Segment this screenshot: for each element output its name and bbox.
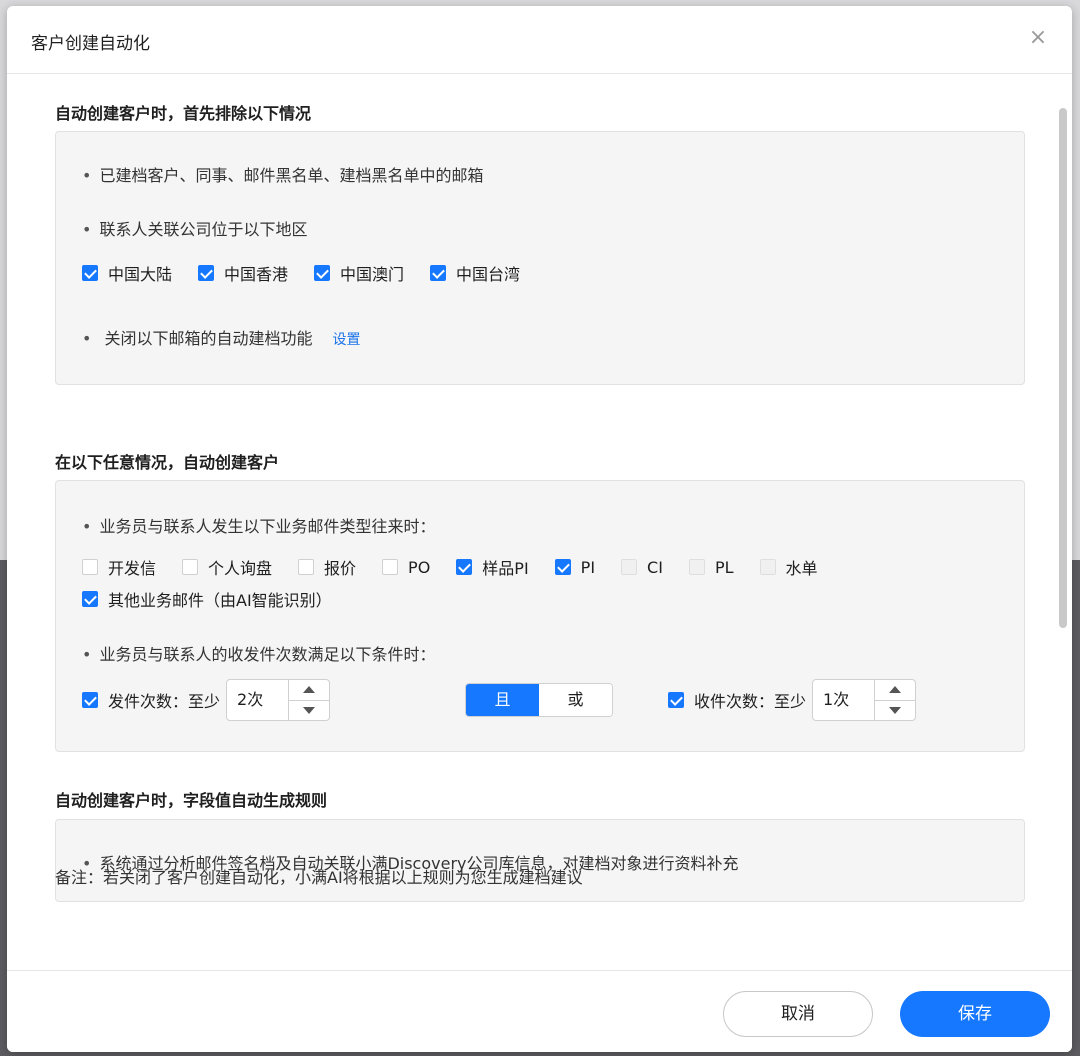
region-checkbox-hongkong[interactable]: 中国香港 [198, 261, 288, 285]
mail-type-label: 开发信 [108, 559, 157, 578]
logic-and-button[interactable]: 且 [466, 684, 539, 716]
decrement-button[interactable] [875, 699, 916, 721]
checkbox-checked-icon[interactable] [198, 265, 215, 281]
automation-dialog: 客户创建自动化 × 自动创建客户时，首先排除以下情况 已建档客户、同事、邮件黑名… [7, 6, 1072, 1052]
count-condition-row: 发件次数：至少 2次 且 或 收件次数：至少 1次 [82, 679, 1002, 721]
mail-type-label: PI [580, 557, 596, 577]
settings-link[interactable]: 设置 [333, 332, 361, 348]
mail-type-label: 水单 [785, 559, 818, 578]
mail-type-checkbox-receipt[interactable]: 水单 [759, 555, 818, 579]
checkbox-checked-icon[interactable] [82, 591, 98, 607]
dialog-footer: 取消 保存 [7, 970, 1072, 1052]
region-label: 中国澳门 [340, 265, 405, 284]
caret-up-icon [303, 686, 316, 694]
checkbox-disabled-icon[interactable] [688, 559, 705, 575]
dialog-header: 客户创建自动化 × [7, 6, 1072, 74]
mail-type-label: 其他业务邮件（由AI智能识别） [108, 591, 332, 610]
checkbox-checked-icon[interactable] [314, 265, 331, 281]
recv-count-arrows [874, 680, 916, 721]
mail-type-checkbox-inquiry[interactable]: 个人询盘 [182, 555, 272, 579]
recv-count-checkbox[interactable]: 收件次数：至少 [668, 688, 806, 712]
auto-create-section-title: 在以下任意情况，自动创建客户 [55, 453, 280, 472]
mail-type-checkbox-other[interactable]: 其他业务邮件（由AI智能识别） [82, 587, 332, 611]
caret-up-icon [889, 686, 902, 694]
mail-type-checkbox-pi[interactable]: PI [554, 557, 596, 577]
caret-down-icon [889, 706, 902, 714]
scrollbar[interactable] [1058, 108, 1068, 628]
checkbox-unchecked-icon[interactable] [298, 559, 315, 575]
region-checkbox-mainland[interactable]: 中国大陆 [82, 261, 172, 285]
close-icon[interactable]: × [1024, 24, 1052, 52]
other-mail-checkbox-row: 其他业务邮件（由AI智能识别） [82, 587, 358, 611]
send-count-checkbox[interactable]: 发件次数：至少 [82, 688, 220, 712]
mail-type-label: CI [647, 557, 663, 577]
mail-type-checkbox-po[interactable]: PO [382, 558, 430, 577]
checkbox-unchecked-icon[interactable] [382, 559, 399, 575]
exclusion-item-mailbox: 关闭以下邮箱的自动建档功能 设置 [82, 325, 361, 349]
send-count-value[interactable]: 2次 [227, 680, 288, 720]
decrement-button[interactable] [289, 699, 330, 721]
mail-type-label: 个人询盘 [208, 559, 273, 578]
checkbox-unchecked-icon[interactable] [82, 559, 98, 575]
checkbox-checked-icon[interactable] [668, 692, 684, 708]
mail-type-checkbox-dev[interactable]: 开发信 [82, 555, 156, 579]
exclusion-item-region: 联系人关联公司位于以下地区 [82, 216, 307, 240]
exclusion-section-title: 自动创建客户时，首先排除以下情况 [55, 104, 312, 123]
region-checkbox-taiwan[interactable]: 中国台湾 [430, 261, 520, 285]
field-rules-panel: 系统通过分析邮件签名档及自动关联小满Discovery公司库信息，对建档对象进行… [55, 819, 1025, 902]
save-button[interactable]: 保存 [900, 991, 1050, 1037]
recv-count-value[interactable]: 1次 [813, 680, 874, 720]
auto-create-item-count: 业务员与联系人的收发件次数满足以下条件时： [82, 641, 435, 665]
field-rules-section-title: 自动创建客户时，字段值自动生成规则 [55, 791, 328, 810]
region-checkbox-macau[interactable]: 中国澳门 [314, 261, 404, 285]
cancel-button[interactable]: 取消 [723, 991, 873, 1037]
recv-count-label: 收件次数：至少 [694, 692, 807, 711]
region-label: 中国台湾 [456, 265, 521, 284]
send-count-label: 发件次数：至少 [108, 692, 221, 711]
send-count-arrows [288, 680, 330, 721]
recv-count-group: 收件次数：至少 1次 [668, 679, 917, 721]
dialog-title: 客户创建自动化 [31, 34, 150, 54]
logic-toggle: 且 或 [465, 683, 613, 717]
mail-type-checkbox-ci[interactable]: CI [621, 558, 663, 577]
mail-type-checkbox-pl[interactable]: PL [688, 557, 734, 577]
scrollbar-thumb[interactable] [1059, 108, 1067, 628]
mail-type-label: 报价 [324, 559, 357, 578]
checkbox-disabled-icon[interactable] [759, 559, 776, 575]
exclusion-item-mailbox-text: 关闭以下邮箱的自动建档功能 [104, 329, 313, 348]
footnote: 备注：若关闭了客户创建自动化，小满AI将根据以上规则为您生成建档建议 [55, 868, 583, 887]
checkbox-checked-icon[interactable] [430, 265, 447, 281]
mail-type-label: PO [408, 557, 431, 577]
mail-type-checkbox-row: 开发信 个人询盘 报价 PO 样品PI PI CI PL 水单 [82, 555, 844, 579]
checkbox-checked-icon[interactable] [554, 559, 571, 575]
region-label: 中国香港 [224, 265, 289, 284]
increment-button[interactable] [875, 680, 915, 700]
mail-type-checkbox-quote[interactable]: 报价 [298, 555, 356, 579]
auto-create-panel: 业务员与联系人发生以下业务邮件类型往来时： 开发信 个人询盘 报价 PO 样品P… [55, 480, 1025, 752]
exclusion-panel: 已建档客户、同事、邮件黑名单、建档黑名单中的邮箱 联系人关联公司位于以下地区 中… [55, 131, 1025, 385]
region-checkbox-row: 中国大陆 中国香港 中国澳门 中国台湾 [82, 261, 546, 285]
auto-create-item-mail-types: 业务员与联系人发生以下业务邮件类型往来时： [82, 513, 435, 537]
send-count-stepper[interactable]: 2次 [226, 679, 331, 721]
checkbox-checked-icon[interactable] [82, 692, 98, 708]
increment-button[interactable] [289, 680, 329, 700]
region-label: 中国大陆 [108, 265, 173, 284]
mail-type-label: PL [714, 557, 734, 577]
mail-type-label: 样品PI [482, 559, 529, 578]
dialog-body: 自动创建客户时，首先排除以下情况 已建档客户、同事、邮件黑名单、建档黑名单中的邮… [7, 74, 1057, 970]
checkbox-checked-icon[interactable] [456, 559, 473, 575]
recv-count-stepper[interactable]: 1次 [812, 679, 917, 721]
checkbox-disabled-icon[interactable] [621, 559, 638, 575]
checkbox-unchecked-icon[interactable] [182, 559, 199, 575]
mail-type-checkbox-sample-pi[interactable]: 样品PI [456, 555, 529, 579]
logic-or-button[interactable]: 或 [539, 684, 612, 716]
caret-down-icon [303, 706, 316, 714]
checkbox-checked-icon[interactable] [82, 265, 98, 281]
exclusion-item-blacklist: 已建档客户、同事、邮件黑名单、建档黑名单中的邮箱 [82, 162, 483, 186]
